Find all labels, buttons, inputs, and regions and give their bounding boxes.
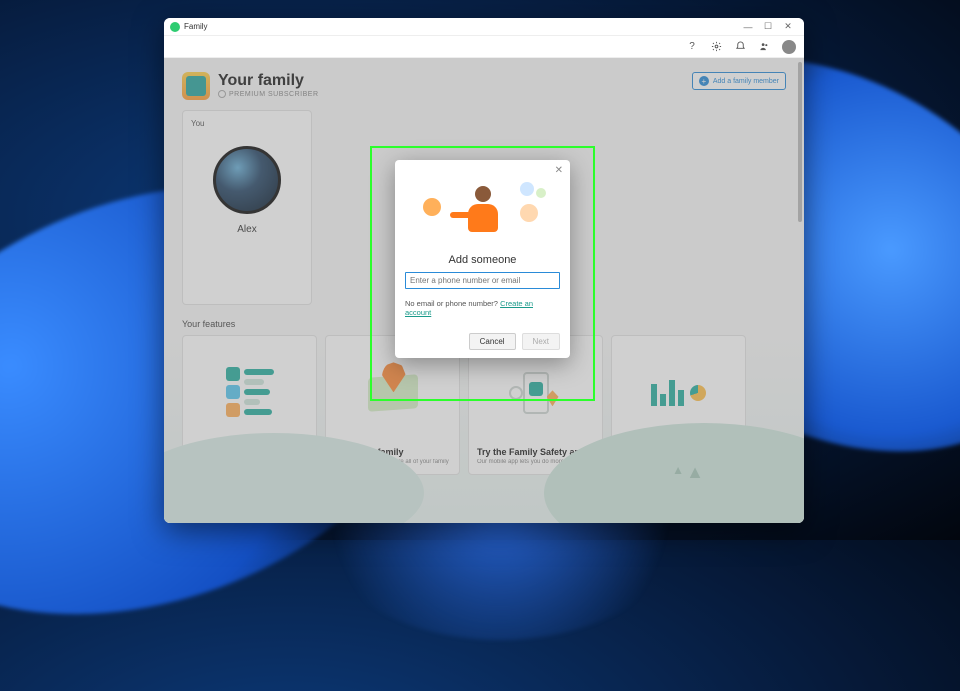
toolbar: ? xyxy=(164,36,804,58)
hint-text: No email or phone number? xyxy=(405,299,500,308)
titlebar: Family — ☐ ✕ xyxy=(164,18,804,36)
notifications-icon[interactable] xyxy=(734,41,746,53)
next-button: Next xyxy=(522,333,560,350)
dialog-hint: No email or phone number? Create an acco… xyxy=(405,299,560,317)
dialog-title: Add someone xyxy=(405,254,560,266)
app-title: Family xyxy=(184,22,208,31)
settings-icon[interactable] xyxy=(710,41,722,53)
window-close-button[interactable]: ✕ xyxy=(778,21,798,32)
add-someone-dialog: ✕ Add someone No email or phone number? … xyxy=(395,160,570,358)
cancel-button[interactable]: Cancel xyxy=(469,333,516,350)
roles-icon[interactable] xyxy=(758,41,770,53)
contact-input[interactable] xyxy=(405,272,560,289)
window-minimize-button[interactable]: — xyxy=(738,22,758,32)
window-maximize-button[interactable]: ☐ xyxy=(758,21,778,32)
dialog-illustration xyxy=(405,170,560,248)
app-icon xyxy=(170,22,180,32)
user-avatar[interactable] xyxy=(782,40,796,54)
help-icon[interactable]: ? xyxy=(686,41,698,53)
